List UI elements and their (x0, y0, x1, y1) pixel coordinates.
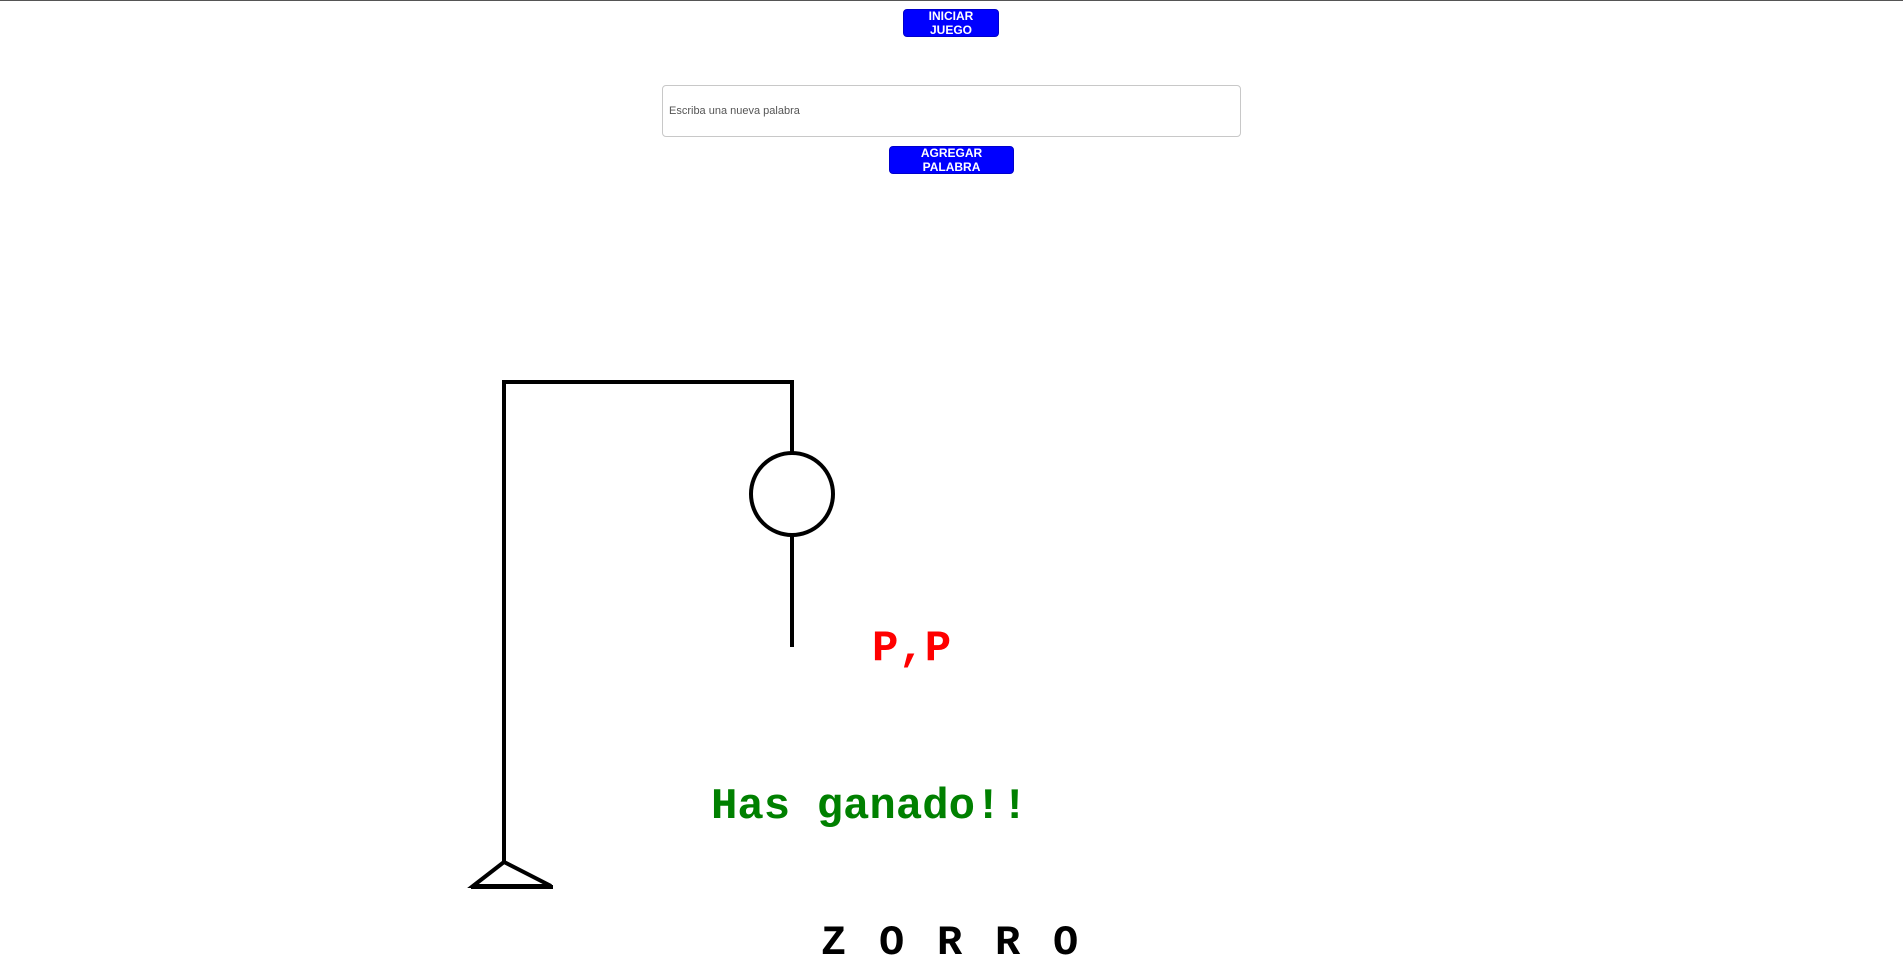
hangman-page: INICIAR JUEGO AGREGAR PALABRA P,P Has ga… (0, 0, 1903, 969)
hangman-head (749, 451, 835, 537)
word-letter: Z (821, 919, 847, 967)
gallows-base (467, 859, 552, 888)
secret-word: ZORRO (821, 919, 1111, 967)
word-letter: O (1053, 919, 1079, 967)
word-letter: R (937, 919, 963, 967)
result-message: Has ganado!! (711, 782, 1028, 832)
word-letter: O (879, 919, 905, 967)
word-letter: R (995, 919, 1021, 967)
wrong-letters: P,P (872, 624, 952, 674)
